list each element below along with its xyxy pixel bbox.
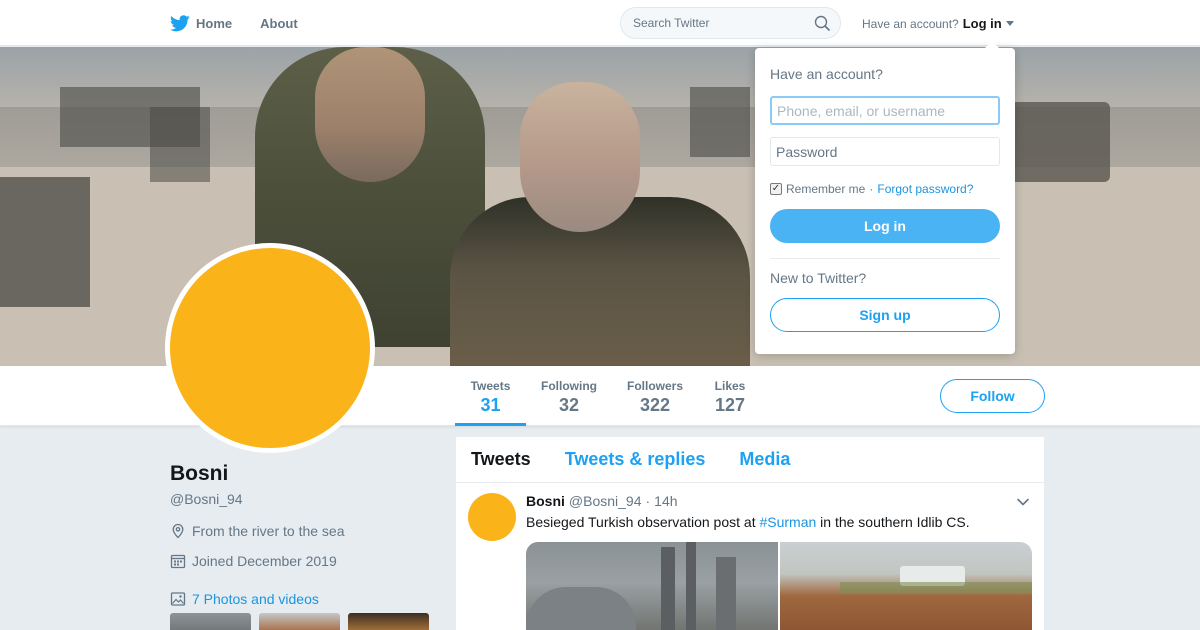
account-prompt: Have an account? Log in	[862, 16, 1014, 31]
photo-thumbnail[interactable]	[170, 613, 251, 630]
photos-videos-link[interactable]: 7 Photos and videos	[192, 591, 319, 607]
tweet-separator: ·	[645, 493, 651, 509]
profile-handle[interactable]: @Bosni_94	[170, 491, 440, 507]
follow-button[interactable]: Follow	[940, 379, 1045, 413]
banner-artillery	[1010, 102, 1110, 182]
tweet-photo[interactable]	[526, 542, 778, 630]
banner-person-right-head	[520, 82, 640, 232]
photo-thumbnail[interactable]	[348, 613, 429, 630]
stat-tweets[interactable]: Tweets 31	[455, 366, 526, 426]
stat-likes[interactable]: Likes 127	[706, 366, 754, 426]
tweet-text-after: in the southern Idlib CS.	[816, 514, 970, 530]
home-label: Home	[196, 15, 233, 31]
tweet-media	[526, 542, 1032, 630]
about-link[interactable]: About	[260, 16, 298, 31]
tweet-photo[interactable]	[780, 542, 1032, 630]
profile-avatar[interactable]	[165, 243, 375, 453]
forgot-password-link[interactable]: Forgot password?	[877, 182, 973, 196]
divider	[770, 258, 1000, 259]
search-input[interactable]	[621, 8, 840, 38]
login-button[interactable]: Log in	[770, 209, 1000, 243]
tab-tweets[interactable]: Tweets	[471, 449, 531, 470]
photo-structure	[716, 557, 736, 630]
remember-row: ✓ Remember me · Forgot password?	[770, 182, 1000, 196]
profile-card: Bosni @Bosni_94 From the river to the se…	[170, 462, 440, 607]
tweet-text: Besieged Turkish observation post at #Su…	[526, 513, 1032, 531]
location-pin-icon	[172, 523, 184, 539]
tweet-author-handle[interactable]: @Bosni_94	[569, 493, 642, 509]
stat-following[interactable]: Following 32	[536, 366, 602, 426]
chevron-down-icon[interactable]	[1016, 495, 1030, 509]
remember-me-checkbox[interactable]: ✓	[770, 183, 782, 195]
stat-label: Tweets	[470, 379, 511, 393]
username-field[interactable]	[770, 96, 1000, 125]
photo-structure	[661, 547, 675, 630]
joined-text: Joined December 2019	[192, 553, 337, 569]
login-dropdown: Have an account? ✓ Remember me · Forgot …	[755, 41, 1015, 354]
tab-media[interactable]: Media	[739, 449, 790, 470]
signup-button[interactable]: Sign up	[770, 298, 1000, 332]
timeline: Tweets Tweets & replies Media Bosni @Bos…	[456, 437, 1044, 630]
remember-me-label[interactable]: Remember me	[786, 182, 865, 196]
banner-crate	[690, 87, 750, 157]
stat-label: Followers	[626, 379, 683, 393]
photo-structure	[840, 582, 1032, 594]
caret-down-icon	[1005, 21, 1014, 26]
photo-structure	[526, 587, 636, 630]
search-icon[interactable]	[814, 15, 830, 31]
stat-value: 32	[558, 395, 580, 415]
profile-joined: Joined December 2019	[170, 553, 440, 569]
timeline-tabs: Tweets Tweets & replies Media	[456, 437, 1044, 483]
stat-value: 31	[480, 395, 501, 415]
login-link-label: Log in	[962, 16, 1002, 31]
search-box	[620, 7, 841, 39]
login-dropdown-title: Have an account?	[770, 66, 883, 82]
home-link[interactable]: Home	[170, 14, 233, 32]
password-field[interactable]	[770, 137, 1000, 166]
remember-separator: ·	[869, 182, 874, 196]
stat-followers[interactable]: Followers 322	[622, 366, 688, 426]
tweet-author-name[interactable]: Bosni	[526, 493, 565, 509]
avatar-image	[170, 248, 370, 448]
stat-value: 127	[714, 395, 746, 415]
stat-label: Likes	[714, 379, 746, 393]
tab-tweets-replies[interactable]: Tweets & replies	[565, 449, 706, 470]
tweet-text-before: Besieged Turkish observation post at	[526, 514, 760, 530]
nav-left: Home About	[170, 0, 298, 46]
tweet[interactable]: Bosni @Bosni_94 · 14h Besieged Turkish o…	[456, 483, 1044, 630]
stat-value: 322	[639, 395, 671, 415]
stat-label: Following	[541, 379, 597, 393]
photos-videos-row: 7 Photos and videos	[170, 591, 440, 607]
login-dropdown-toggle[interactable]: Log in	[963, 16, 1014, 31]
profile-location: From the river to the sea	[170, 523, 440, 539]
location-text: From the river to the sea	[192, 523, 345, 539]
top-nav: Home About Have an account? Log in	[0, 0, 1200, 46]
calendar-icon	[170, 554, 186, 569]
twitter-bird-icon	[170, 14, 190, 31]
new-to-twitter-text: New to Twitter?	[770, 270, 867, 286]
banner-crate	[150, 107, 210, 182]
tweet-avatar[interactable]	[468, 493, 516, 541]
photo-thumbnail[interactable]	[259, 613, 340, 630]
profile-name[interactable]: Bosni	[170, 462, 440, 486]
photo-icon	[170, 592, 186, 606]
banner-crate	[0, 177, 90, 307]
tweet-header: Bosni @Bosni_94 · 14h	[526, 493, 1032, 509]
tweet-hashtag[interactable]: #Surman	[759, 514, 816, 530]
account-prompt-text: Have an account?	[862, 16, 959, 31]
tweet-timestamp[interactable]: 14h	[654, 493, 677, 509]
photo-structure	[686, 542, 696, 630]
photo-thumbnails	[170, 613, 429, 630]
banner-person-left-head	[315, 47, 425, 182]
